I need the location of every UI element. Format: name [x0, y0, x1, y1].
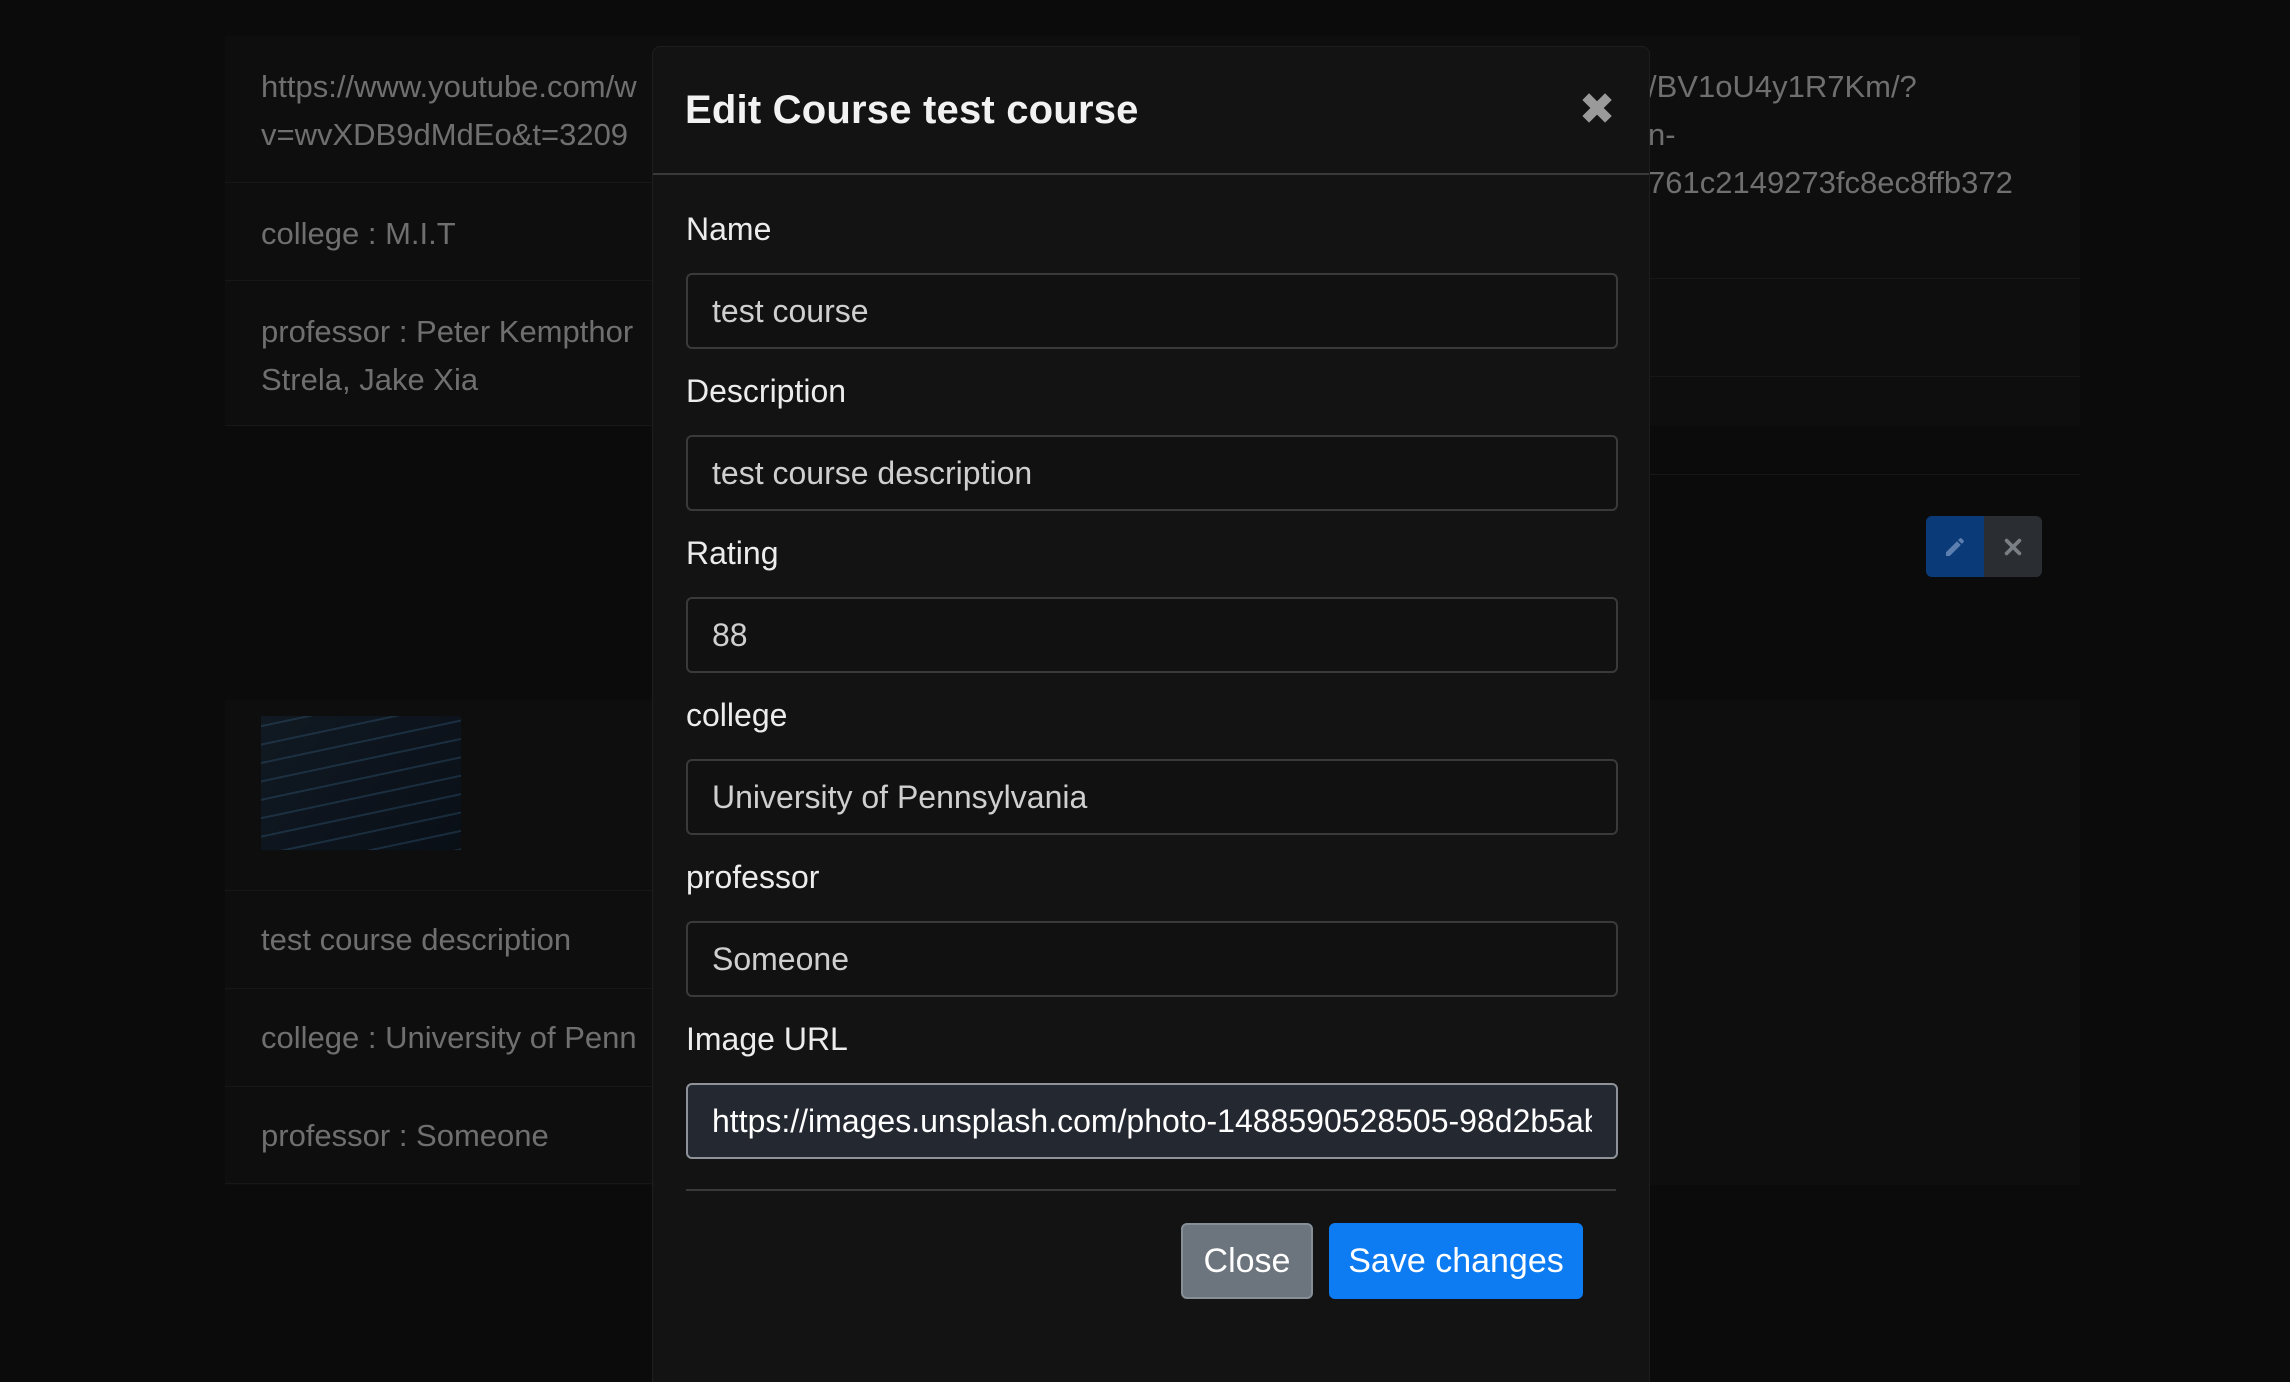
divider — [225, 182, 652, 183]
course-professor: professor : Someone — [261, 1118, 549, 1153]
course-description: test course description — [261, 922, 572, 957]
close-icon[interactable]: ✖ — [1577, 88, 1617, 132]
description-group: Description — [686, 369, 1618, 511]
divider — [225, 1183, 652, 1184]
course-url-line-1: https://www.youtube.com/w — [261, 69, 637, 104]
modal-footer: Close Save changes — [653, 1191, 1649, 1299]
course-url-right-line-1: /BV1oU4y1R7Km/? — [1648, 69, 1917, 104]
college-group: college — [686, 693, 1618, 835]
divider — [225, 988, 652, 989]
course-action-buttons — [1926, 516, 2042, 577]
x-icon — [2004, 538, 2022, 555]
course-url-right-line-2: n- — [1648, 117, 1676, 152]
edit-course-button[interactable] — [1926, 516, 1984, 577]
divider — [225, 425, 652, 426]
name-input[interactable] — [686, 273, 1618, 349]
divider — [1650, 474, 2080, 475]
rating-group: Rating — [686, 531, 1618, 673]
description-input[interactable] — [686, 435, 1618, 511]
pencil-icon — [1946, 537, 1964, 556]
course-thumbnail — [261, 716, 461, 850]
image-url-label: Image URL — [686, 1021, 848, 1057]
edit-course-modal: Edit Course test course ✖ Name Descripti… — [652, 46, 1650, 1382]
modal-body: Name Description Rating college professo… — [653, 175, 1649, 1159]
course-url-line-2: v=wvXDB9dMdEo&t=3209 — [261, 117, 629, 152]
course-college: college : M.I.T — [261, 216, 456, 251]
college-input[interactable] — [686, 759, 1618, 835]
rating-input[interactable] — [686, 597, 1618, 673]
modal-title: Edit Course test course — [685, 87, 1139, 132]
name-group: Name — [686, 207, 1618, 349]
image-url-input[interactable] — [686, 1083, 1618, 1159]
divider — [1650, 376, 2080, 377]
course-professor-line-1: professor : Peter Kempthor — [261, 314, 634, 349]
image-url-group: Image URL — [686, 1017, 1618, 1159]
college-label: college — [686, 697, 788, 733]
course-professor-line-2: Strela, Jake Xia — [261, 362, 479, 397]
divider — [225, 280, 652, 281]
professor-label: professor — [686, 859, 820, 895]
description-label: Description — [686, 373, 847, 409]
save-changes-button[interactable]: Save changes — [1329, 1223, 1583, 1299]
divider — [1650, 278, 2080, 279]
course-url-right-line-3: 761c2149273fc8ec8ffb372 — [1648, 165, 2013, 200]
name-label: Name — [686, 211, 772, 247]
divider — [225, 1086, 652, 1087]
rating-label: Rating — [686, 535, 779, 571]
professor-group: professor — [686, 855, 1618, 997]
professor-input[interactable] — [686, 921, 1618, 997]
delete-course-button[interactable] — [1984, 516, 2042, 577]
course-college: college : University of Penn — [261, 1020, 637, 1055]
modal-header: Edit Course test course ✖ — [653, 47, 1649, 175]
divider — [225, 890, 652, 891]
close-button[interactable]: Close — [1181, 1223, 1313, 1299]
